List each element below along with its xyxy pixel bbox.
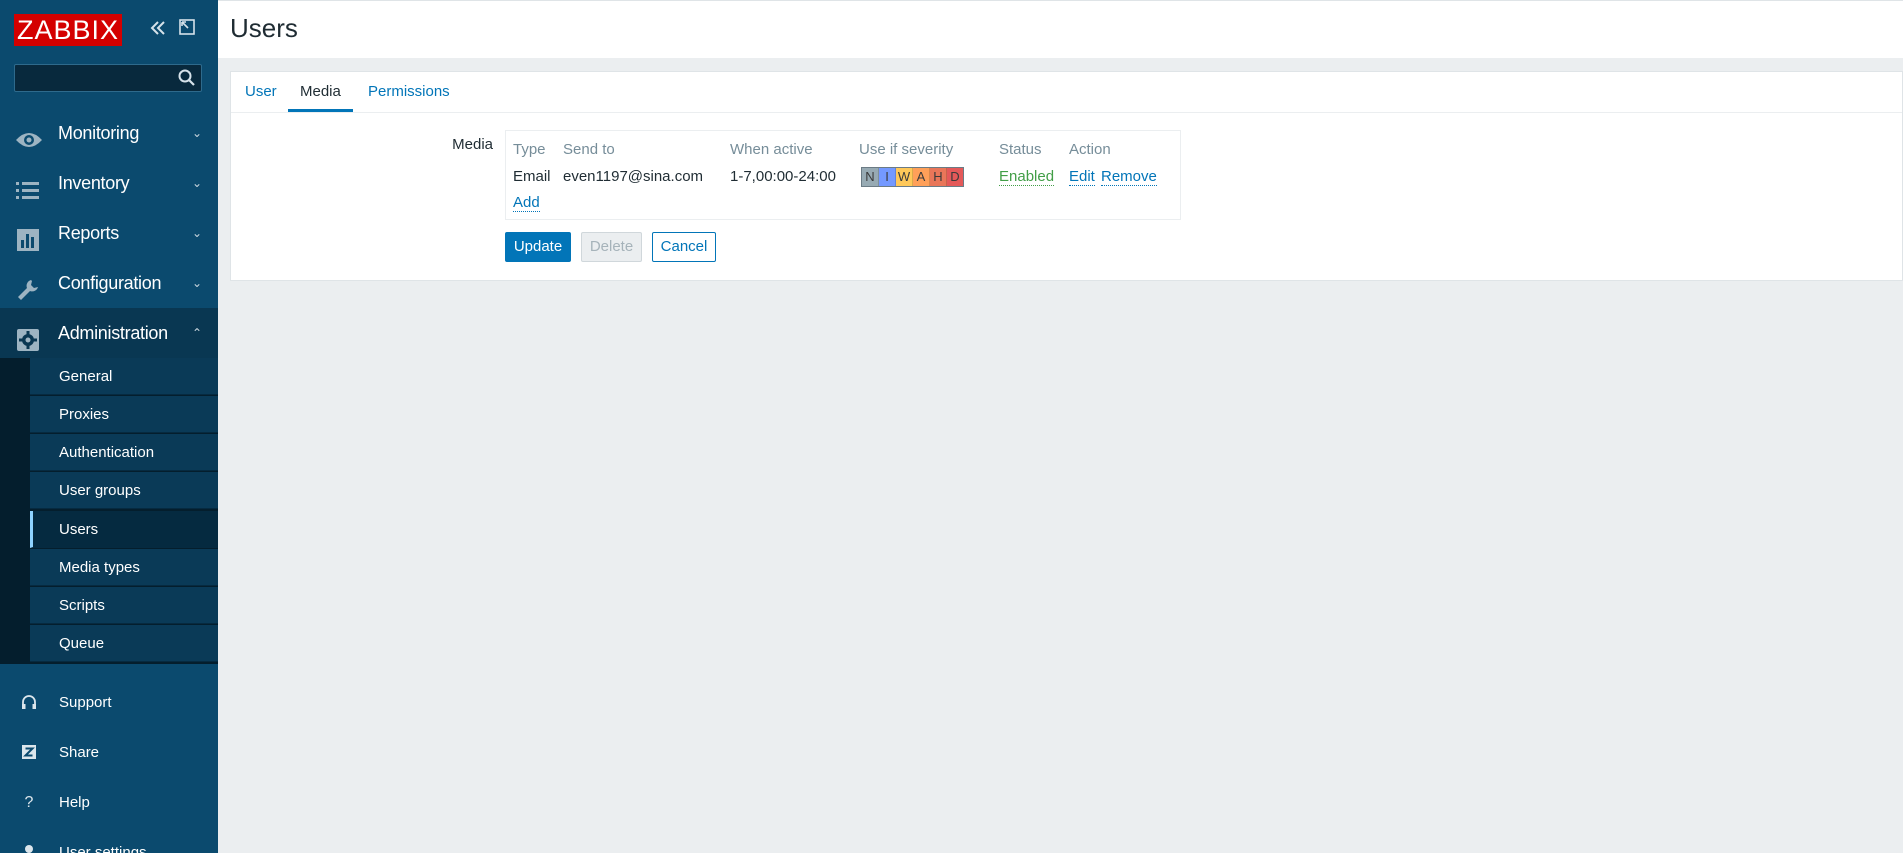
media-status-toggle[interactable]: Enabled	[999, 168, 1055, 186]
kiosk-mode-icon[interactable]	[178, 18, 196, 42]
gear-icon	[15, 321, 41, 351]
user-form-panel: User Media Permissions Media Type Send t…	[230, 71, 1903, 281]
menu-share[interactable]: Share	[0, 728, 218, 778]
menu-inventory[interactable]: Inventory ⌄	[0, 158, 218, 208]
cancel-button[interactable]: Cancel	[652, 232, 716, 262]
severity-disaster: D	[947, 168, 963, 186]
severity-warning: W	[896, 168, 913, 186]
headset-icon	[20, 694, 38, 712]
page-title: Users	[230, 13, 298, 43]
tab-user[interactable]: User	[245, 72, 277, 112]
wrench-icon	[15, 271, 41, 300]
col-header-send-to: Send to	[563, 141, 615, 158]
submenu-proxies[interactable]: Proxies	[30, 396, 218, 433]
menu-support[interactable]: Support	[0, 678, 218, 728]
col-header-action: Action	[1069, 141, 1111, 158]
menu-configuration[interactable]: Configuration ⌄	[0, 258, 218, 308]
page-header: Users	[218, 0, 1903, 58]
submenu-general[interactable]: General	[30, 358, 218, 395]
menu-user-settings[interactable]: User settings	[0, 828, 218, 853]
col-header-type: Type	[513, 141, 546, 158]
chevron-down-icon: ⌄	[191, 176, 202, 190]
administration-submenu: General Proxies Authentication User grou…	[0, 358, 218, 664]
chevron-down-icon: ⌄	[191, 226, 202, 240]
delete-button[interactable]: Delete	[581, 232, 642, 262]
menu-administration[interactable]: Administration ⌃	[0, 308, 218, 358]
submenu-users[interactable]: Users	[30, 511, 218, 548]
media-sendto-cell: even1197@sina.com	[563, 168, 704, 185]
media-when-active-cell: 1-7,00:00-24:00	[730, 168, 836, 185]
sidebar-search[interactable]	[14, 64, 202, 92]
severity-average: A	[913, 168, 930, 186]
eye-icon	[15, 121, 42, 147]
media-remove-link[interactable]: Remove	[1101, 168, 1157, 186]
submenu-user-groups[interactable]: User groups	[30, 472, 218, 509]
chevron-up-icon: ⌃	[191, 326, 202, 340]
media-type-cell: Email	[513, 168, 551, 185]
severity-high: H	[930, 168, 947, 186]
share-z-icon	[20, 744, 38, 762]
bar-chart-icon	[15, 221, 41, 251]
severity-not-classified: N	[862, 168, 879, 186]
submenu-scripts[interactable]: Scripts	[30, 587, 218, 624]
col-header-when-active: When active	[730, 141, 813, 158]
menu-reports[interactable]: Reports ⌄	[0, 208, 218, 258]
col-header-severity: Use if severity	[859, 141, 954, 158]
severity-information: I	[879, 168, 896, 186]
user-icon	[20, 844, 38, 853]
media-edit-link[interactable]: Edit	[1069, 168, 1095, 186]
media-table: Type Send to When active Use if severity…	[505, 130, 1181, 220]
chevron-down-icon: ⌄	[191, 276, 202, 290]
chevron-down-icon: ⌄	[191, 126, 202, 140]
submenu-media-types[interactable]: Media types	[30, 549, 218, 586]
tab-media[interactable]: Media	[288, 72, 353, 112]
update-button[interactable]: Update	[505, 232, 571, 262]
submenu-authentication[interactable]: Authentication	[30, 434, 218, 471]
add-media-link[interactable]: Add	[513, 194, 540, 212]
sidebar: ZABBIX Monitoring ⌄ Inventory ⌄ Reports …	[0, 0, 218, 853]
menu-monitoring[interactable]: Monitoring ⌄	[0, 108, 218, 158]
severity-indicator: N I W A H D	[861, 167, 964, 187]
media-label: Media	[452, 136, 493, 153]
col-header-status: Status	[999, 141, 1042, 158]
tab-permissions[interactable]: Permissions	[368, 72, 450, 112]
submenu-queue[interactable]: Queue	[30, 625, 218, 662]
list-icon	[15, 171, 41, 199]
menu-help[interactable]: ? Help	[0, 778, 218, 828]
tab-bar: User Media Permissions	[231, 72, 1902, 113]
question-icon: ?	[24, 794, 34, 811]
collapse-sidebar-icon[interactable]	[148, 18, 168, 44]
zabbix-logo[interactable]: ZABBIX	[14, 14, 123, 46]
search-icon[interactable]	[177, 68, 197, 93]
